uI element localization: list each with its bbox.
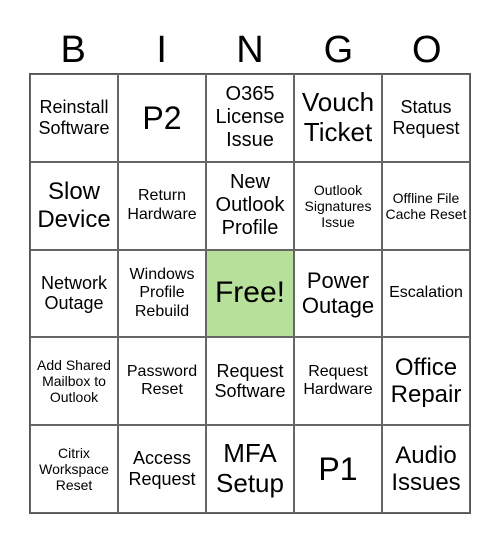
header-letter-n: N — [236, 29, 264, 71]
bingo-cell[interactable]: Windows Profile Rebuild — [118, 249, 206, 338]
bingo-cell[interactable]: Network Outage — [30, 249, 118, 338]
bingo-cell[interactable]: Audio Issues — [382, 425, 470, 513]
bingo-cell[interactable]: Request Hardware — [294, 337, 382, 426]
bingo-header: B I N G O — [29, 28, 471, 72]
bingo-cell[interactable]: P2 — [118, 74, 206, 162]
free-space-cell[interactable]: Free! — [206, 249, 294, 338]
bingo-cell[interactable]: Slow Device — [30, 161, 118, 250]
header-letter-i: I — [156, 29, 167, 71]
bingo-cell[interactable]: Vouch Ticket — [294, 74, 382, 162]
header-letter-g: G — [323, 29, 354, 71]
bingo-cell[interactable]: Citrix Workspace Reset — [30, 425, 118, 513]
bingo-cell[interactable]: Add Shared Mailbox to Outlook — [30, 337, 118, 426]
bingo-cell[interactable]: Office Repair — [382, 337, 470, 426]
bingo-cell[interactable]: Access Request — [118, 425, 206, 513]
bingo-cell[interactable]: Outlook Signatures Issue — [294, 161, 382, 250]
bingo-cell[interactable]: Reinstall Software — [30, 74, 118, 162]
bingo-cell[interactable]: Return Hardware — [118, 161, 206, 250]
bingo-cell[interactable]: Power Outage — [294, 249, 382, 338]
bingo-cell[interactable]: P1 — [294, 425, 382, 513]
header-letter-o: O — [412, 29, 442, 71]
bingo-cell[interactable]: Status Request — [382, 74, 470, 162]
bingo-cell[interactable]: New Outlook Profile — [206, 161, 294, 250]
header-letter-b: B — [60, 29, 86, 71]
bingo-cell[interactable]: Password Reset — [118, 337, 206, 426]
bingo-cell[interactable]: MFA Setup — [206, 425, 294, 513]
bingo-cell[interactable]: Offline File Cache Reset — [382, 161, 470, 250]
bingo-cell[interactable]: O365 License Issue — [206, 74, 294, 162]
bingo-cell[interactable]: Escalation — [382, 249, 470, 338]
bingo-cell[interactable]: Request Software — [206, 337, 294, 426]
bingo-grid: Reinstall Software P2 O365 License Issue… — [29, 73, 471, 514]
